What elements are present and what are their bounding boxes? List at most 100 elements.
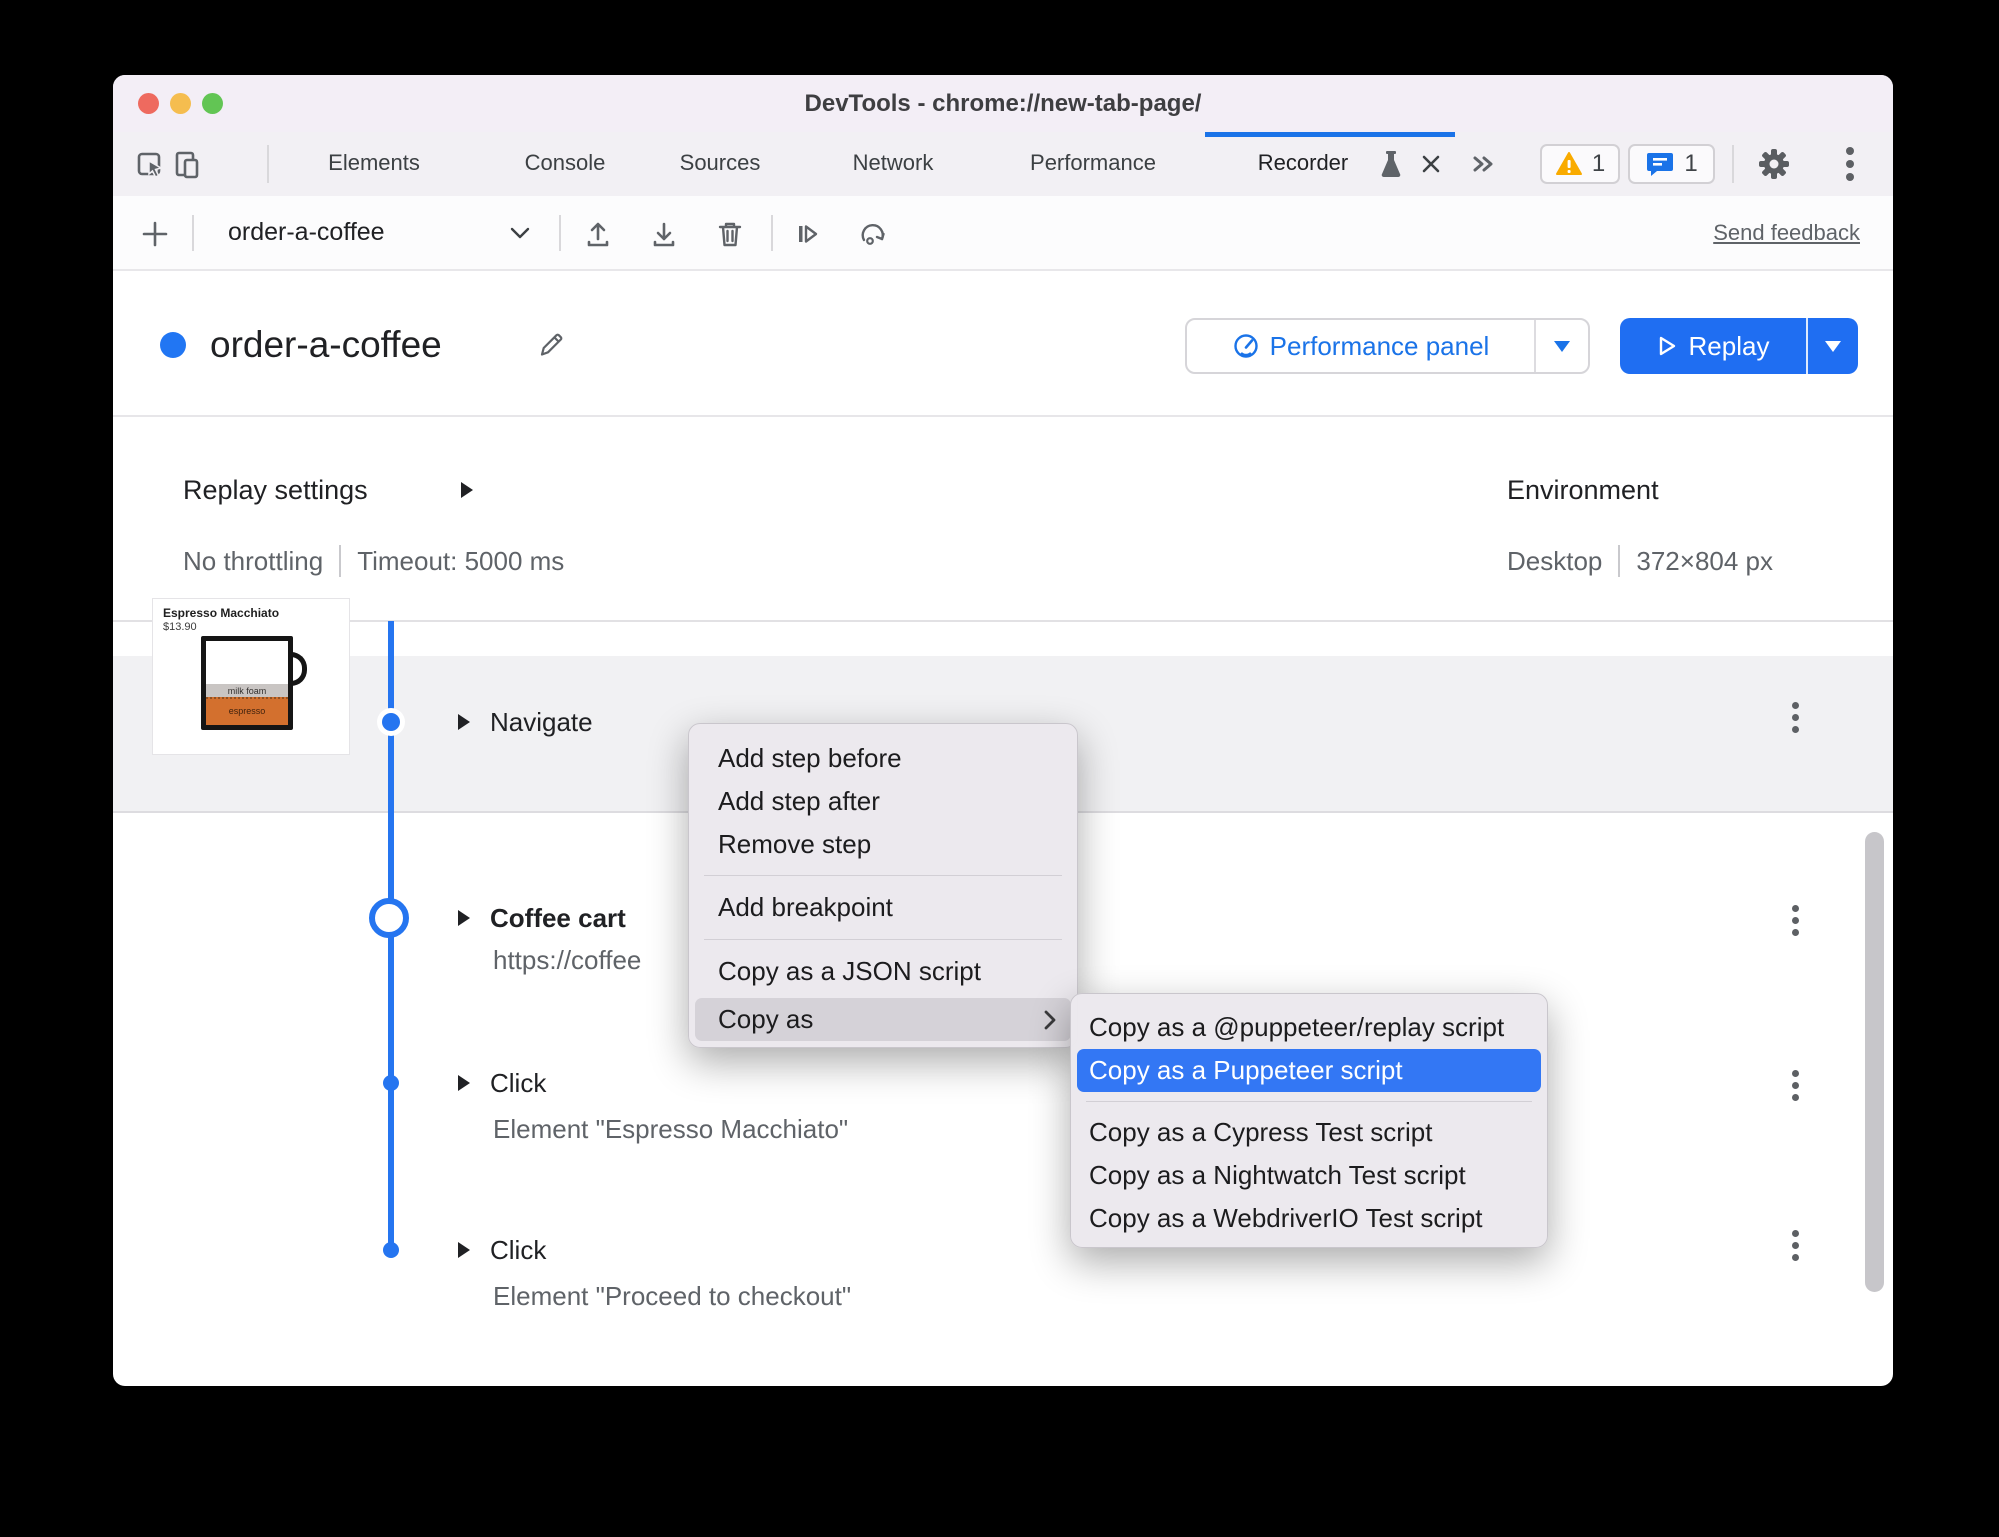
message-icon xyxy=(1647,153,1674,176)
replay-button[interactable]: Replay xyxy=(1620,318,1806,374)
play-bar-icon xyxy=(799,225,818,243)
performance-panel-dropdown[interactable] xyxy=(1534,320,1588,372)
step-detail-click-2: Element "Proceed to checkout" xyxy=(493,1281,852,1311)
close-icon xyxy=(1422,155,1440,173)
submenu-item-nightwatch[interactable]: Copy as a Nightwatch Test script xyxy=(1071,1154,1547,1197)
menu-item-add-step-after[interactable]: Add step after xyxy=(689,780,1077,823)
espresso-band: espresso xyxy=(206,697,288,725)
copy-as-submenu: Copy as a @puppeteer/replay script Copy … xyxy=(1070,993,1548,1248)
edit-title-button[interactable] xyxy=(531,325,571,365)
thumbnail-product-name: Espresso Macchiato xyxy=(163,606,280,620)
devtools-settings-button[interactable] xyxy=(1754,144,1794,184)
caret-down-icon xyxy=(1825,340,1841,352)
download-icon xyxy=(653,222,675,247)
recording-dot-icon xyxy=(160,332,186,358)
pencil-icon xyxy=(540,333,563,356)
tabbar-divider-2 xyxy=(1732,145,1734,183)
step-menu-button[interactable] xyxy=(1785,1059,1805,1111)
menu-item-add-step-before[interactable]: Add step before xyxy=(689,737,1077,780)
close-recorder-tab-button[interactable] xyxy=(1415,146,1447,182)
replay-label: Replay xyxy=(1688,330,1770,361)
warning-count: 1 xyxy=(1591,150,1606,177)
expand-step-icon[interactable] xyxy=(458,910,470,926)
recording-title: order-a-coffee xyxy=(210,324,442,365)
menu-item-copy-as[interactable]: Copy as xyxy=(689,998,1077,1041)
speedometer-icon xyxy=(1233,334,1258,358)
toolbar-divider-1 xyxy=(192,215,194,251)
upload-icon xyxy=(587,222,609,247)
replay-split-button: Replay xyxy=(1620,318,1858,374)
step-marker-click-2 xyxy=(383,1242,399,1258)
header-separator xyxy=(113,415,1893,417)
expand-step-icon[interactable] xyxy=(458,714,470,730)
expand-step-icon[interactable] xyxy=(458,1242,470,1258)
step-detail-click-1: Element "Espresso Macchiato" xyxy=(493,1114,849,1144)
tab-recorder[interactable]: Recorder xyxy=(1258,132,1348,194)
vertical-scrollbar-thumb[interactable] xyxy=(1865,832,1884,1292)
caret-down-icon xyxy=(1554,340,1570,352)
coffee-mug-illustration: milk foam espresso xyxy=(195,636,307,730)
device-toolbar-button[interactable] xyxy=(167,144,207,184)
issues-badge[interactable]: 1 xyxy=(1628,144,1715,184)
devtools-menu-button[interactable] xyxy=(1830,144,1870,184)
step-detail-coffee-cart: https://coffee xyxy=(493,945,642,975)
expand-caret-icon[interactable] xyxy=(461,482,473,498)
performance-panel-label: Performance panel xyxy=(1269,330,1490,361)
screenshot-stage: DevTools - chrome://new-tab-page/ Elemen… xyxy=(0,0,1999,1537)
tab-performance[interactable]: Performance xyxy=(1030,132,1156,194)
throttling-value: No throttling xyxy=(183,545,324,576)
expand-step-icon[interactable] xyxy=(458,1075,470,1091)
performance-panel-button[interactable]: Performance panel xyxy=(1187,320,1534,372)
step-marker-coffee-cart xyxy=(369,898,409,938)
trash-icon xyxy=(718,222,742,247)
tab-console[interactable]: Console xyxy=(525,132,606,194)
send-feedback-link[interactable]: Send feedback xyxy=(1713,196,1860,269)
replay-settings-heading[interactable]: Replay settings xyxy=(183,475,368,505)
plus-icon xyxy=(142,221,168,247)
menu-item-add-breakpoint[interactable]: Add breakpoint xyxy=(689,886,1077,929)
recorder-toolbar: order-a-coffee Send feedback xyxy=(113,196,1893,271)
submenu-item-puppeteer[interactable]: Copy as a Puppeteer script xyxy=(1071,1049,1547,1092)
active-tab-underline xyxy=(1205,132,1455,137)
menu-divider xyxy=(704,875,1062,876)
toolbar-divider-2 xyxy=(559,215,561,251)
tab-network[interactable]: Network xyxy=(853,132,934,194)
arc-arrow-icon xyxy=(861,223,885,245)
issue-count: 1 xyxy=(1684,150,1698,177)
warnings-badge[interactable]: 1 xyxy=(1540,144,1620,184)
replay-steps-button[interactable] xyxy=(787,214,827,254)
step-menu-button[interactable] xyxy=(1785,894,1805,946)
tab-elements[interactable]: Elements xyxy=(328,132,420,194)
inspect-element-button[interactable] xyxy=(131,144,171,184)
step-title-click-1[interactable]: Click xyxy=(490,1069,546,1097)
step-title-coffee-cart[interactable]: Coffee cart xyxy=(490,904,626,932)
submenu-item-webdriverio[interactable]: Copy as a WebdriverIO Test script xyxy=(1071,1197,1547,1240)
devtools-tabbar: Elements Console Sources Network Perform… xyxy=(113,132,1893,198)
delete-recording-button[interactable] xyxy=(710,214,750,254)
performance-panel-split-button: Performance panel xyxy=(1185,318,1590,374)
menu-item-remove-step[interactable]: Remove step xyxy=(689,823,1077,866)
submenu-item-puppeteer-replay[interactable]: Copy as a @puppeteer/replay script xyxy=(1071,1006,1547,1049)
chevron-double-right-icon xyxy=(1473,156,1493,172)
toolbar-divider-3 xyxy=(771,215,773,251)
thumbnail-price: $13.90 xyxy=(163,621,197,633)
step-title-click-2[interactable]: Click xyxy=(490,1236,546,1264)
add-recording-button[interactable] xyxy=(135,214,175,254)
replay-dropdown[interactable] xyxy=(1806,318,1858,374)
step-menu-button[interactable] xyxy=(1785,1219,1805,1271)
submenu-item-cypress[interactable]: Copy as a Cypress Test script xyxy=(1071,1111,1547,1154)
step-replay-button[interactable] xyxy=(853,214,893,254)
replay-settings-values: No throttling Timeout: 5000 ms xyxy=(183,545,564,577)
flask-icon xyxy=(1381,151,1401,178)
value-divider xyxy=(1618,545,1621,577)
import-recording-button[interactable] xyxy=(578,214,618,254)
export-recording-button[interactable] xyxy=(644,214,684,254)
device-value: Desktop xyxy=(1507,545,1603,576)
menu-item-copy-json[interactable]: Copy as a JSON script xyxy=(689,950,1077,993)
environment-heading: Environment xyxy=(1507,475,1659,505)
step-title-navigate[interactable]: Navigate xyxy=(490,708,593,736)
tab-sources[interactable]: Sources xyxy=(680,132,761,194)
step-menu-button[interactable] xyxy=(1785,691,1805,743)
more-tabs-button[interactable] xyxy=(1462,144,1502,184)
recorder-experiment-flag xyxy=(1375,146,1407,182)
